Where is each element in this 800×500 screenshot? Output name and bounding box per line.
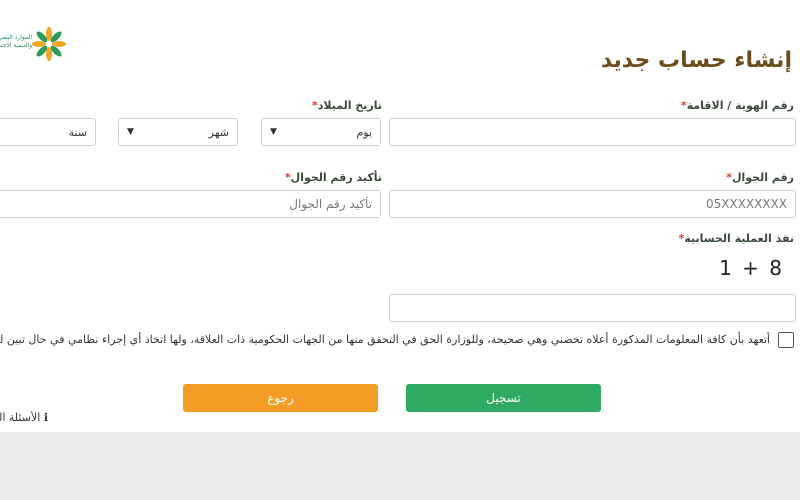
birth-month-value: شهر: [208, 125, 229, 139]
logo-mark-icon: [32, 27, 66, 61]
chevron-down-icon: ▼: [270, 127, 277, 137]
agreement-checkbox[interactable]: [778, 332, 794, 348]
mobile-label-text: رقم الجوال: [731, 171, 794, 184]
birth-date-label: تاريخ الميلاد*: [312, 99, 382, 112]
mobile-input[interactable]: [389, 190, 796, 218]
footer-band: [0, 432, 800, 500]
confirm-mobile-label: تأكيد رقم الجوال*: [285, 171, 382, 184]
id-number-label-text: رقم الهوية / الاقامة: [686, 99, 794, 112]
ministry-logo[interactable]: الموارد البشرية والتنمية الاجتماعية: [0, 26, 70, 62]
page-title: إنشاء حساب جديد: [600, 48, 792, 73]
captcha-expression: 1 + 8: [719, 256, 784, 280]
birth-date-label-text: تاريخ الميلاد: [317, 99, 382, 112]
birth-year-value: سنة: [68, 125, 87, 139]
confirm-mobile-label-text: تأكيد رقم الجوال: [290, 171, 382, 184]
chevron-down-icon: ▼: [127, 127, 134, 137]
faq-link[interactable]: ℹ الأسئلة الشائعة: [0, 411, 48, 424]
logo-text-line1: الموارد البشرية: [0, 34, 32, 41]
faq-link-text: الأسئلة الشائعة: [0, 411, 41, 424]
agreement-text: أتعهد بأن كافة المعلومات المذكورة أعلاه …: [0, 333, 770, 346]
logo-text: الموارد البشرية والتنمية الاجتماعية: [0, 34, 32, 50]
birth-year-select[interactable]: سنة: [0, 118, 96, 146]
birth-day-select[interactable]: يوم ▼: [261, 118, 381, 146]
mobile-label: رقم الجوال*: [726, 171, 794, 184]
captcha-label: نفذ العملية الحسابية*: [679, 232, 794, 245]
birth-day-value: يوم: [356, 125, 372, 139]
captcha-label-text: نفذ العملية الحسابية: [684, 232, 794, 245]
captcha-answer-input[interactable]: [389, 294, 796, 322]
info-icon: ℹ: [43, 411, 48, 424]
id-number-label: رقم الهوية / الاقامة*: [681, 99, 794, 112]
id-number-input[interactable]: [389, 118, 796, 146]
registration-page: الموارد البشرية والتنمية الاجتماعية إنشا…: [0, 0, 800, 432]
back-button[interactable]: رجوع: [183, 384, 378, 412]
register-button[interactable]: تسجيل: [406, 384, 601, 412]
birth-month-select[interactable]: شهر ▼: [118, 118, 238, 146]
confirm-mobile-input[interactable]: [0, 190, 381, 218]
logo-text-line2: والتنمية الاجتماعية: [0, 42, 32, 49]
